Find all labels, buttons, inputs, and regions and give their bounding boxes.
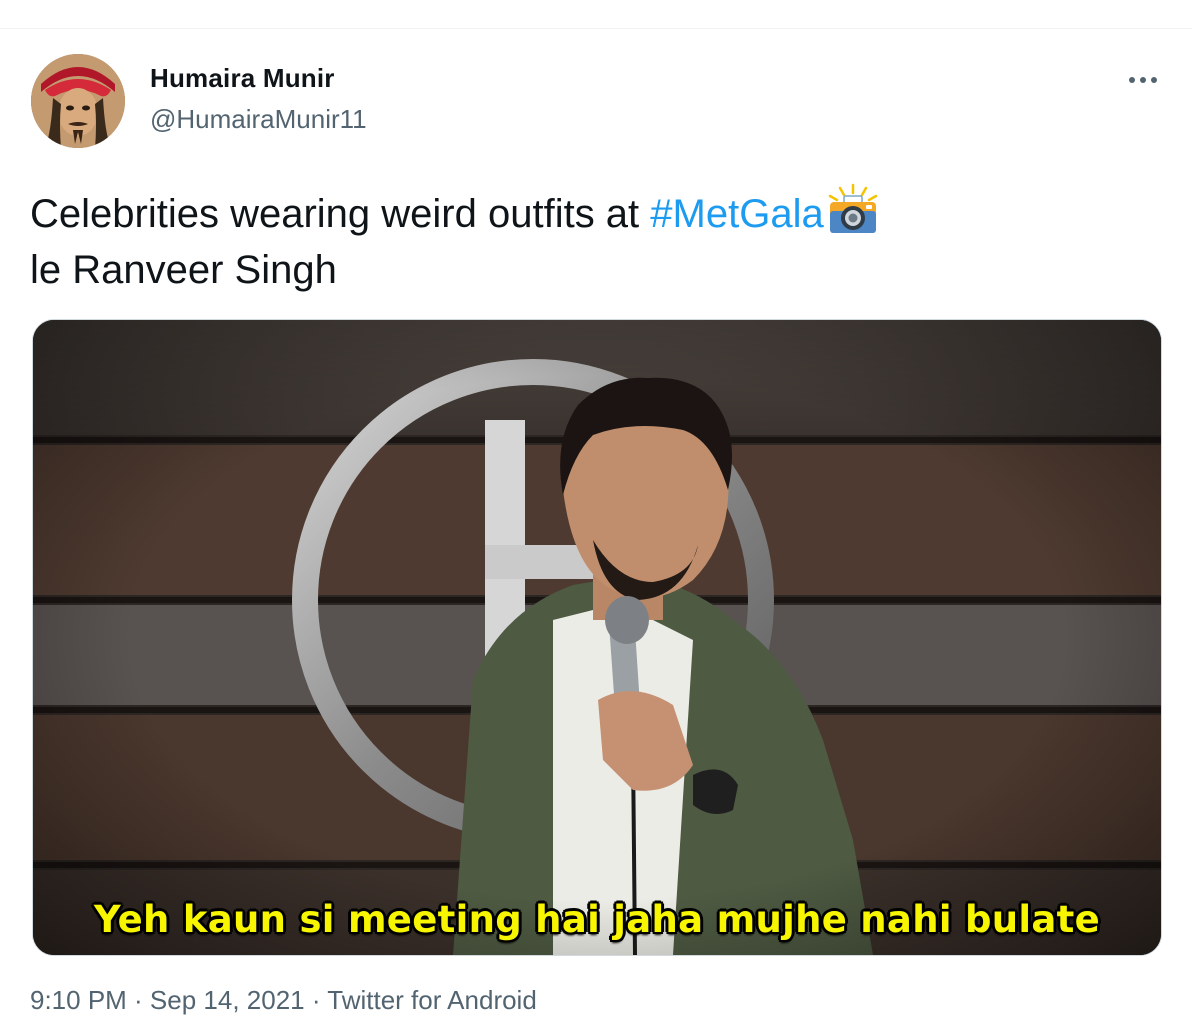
tweet-text-line-1: Celebrities wearing weird outfits at #Me… bbox=[30, 183, 1150, 242]
tweet-text-prefix: Celebrities wearing weird outfits at bbox=[30, 192, 651, 236]
more-icon-dot bbox=[1151, 77, 1157, 83]
meme-caption: Yeh kaun si meeting hai jaha mujhe nahi … bbox=[93, 898, 1101, 941]
camera-with-flash-emoji-icon bbox=[826, 183, 880, 237]
author-display-name[interactable]: Humaira Munir bbox=[150, 63, 335, 94]
meme-image bbox=[33, 320, 1161, 955]
avatar[interactable] bbox=[31, 54, 125, 148]
author-handle[interactable]: @HumairaMunir11 bbox=[150, 104, 367, 135]
top-divider bbox=[0, 28, 1192, 29]
tweet-timestamp[interactable]: 9:10 PM · Sep 14, 2021 · Twitter for And… bbox=[30, 985, 537, 1016]
tweet-text: Celebrities wearing weird outfits at #Me… bbox=[30, 183, 1150, 298]
more-icon bbox=[1129, 77, 1135, 83]
more-icon-dot bbox=[1140, 77, 1146, 83]
more-options-button[interactable] bbox=[1122, 66, 1164, 94]
tweet-media-image[interactable]: Yeh kaun si meeting hai jaha mujhe nahi … bbox=[32, 319, 1162, 956]
hashtag-link[interactable]: #MetGala bbox=[650, 192, 823, 236]
avatar-image bbox=[31, 54, 125, 148]
tweet-text-line-2: le Ranveer Singh bbox=[30, 248, 337, 292]
